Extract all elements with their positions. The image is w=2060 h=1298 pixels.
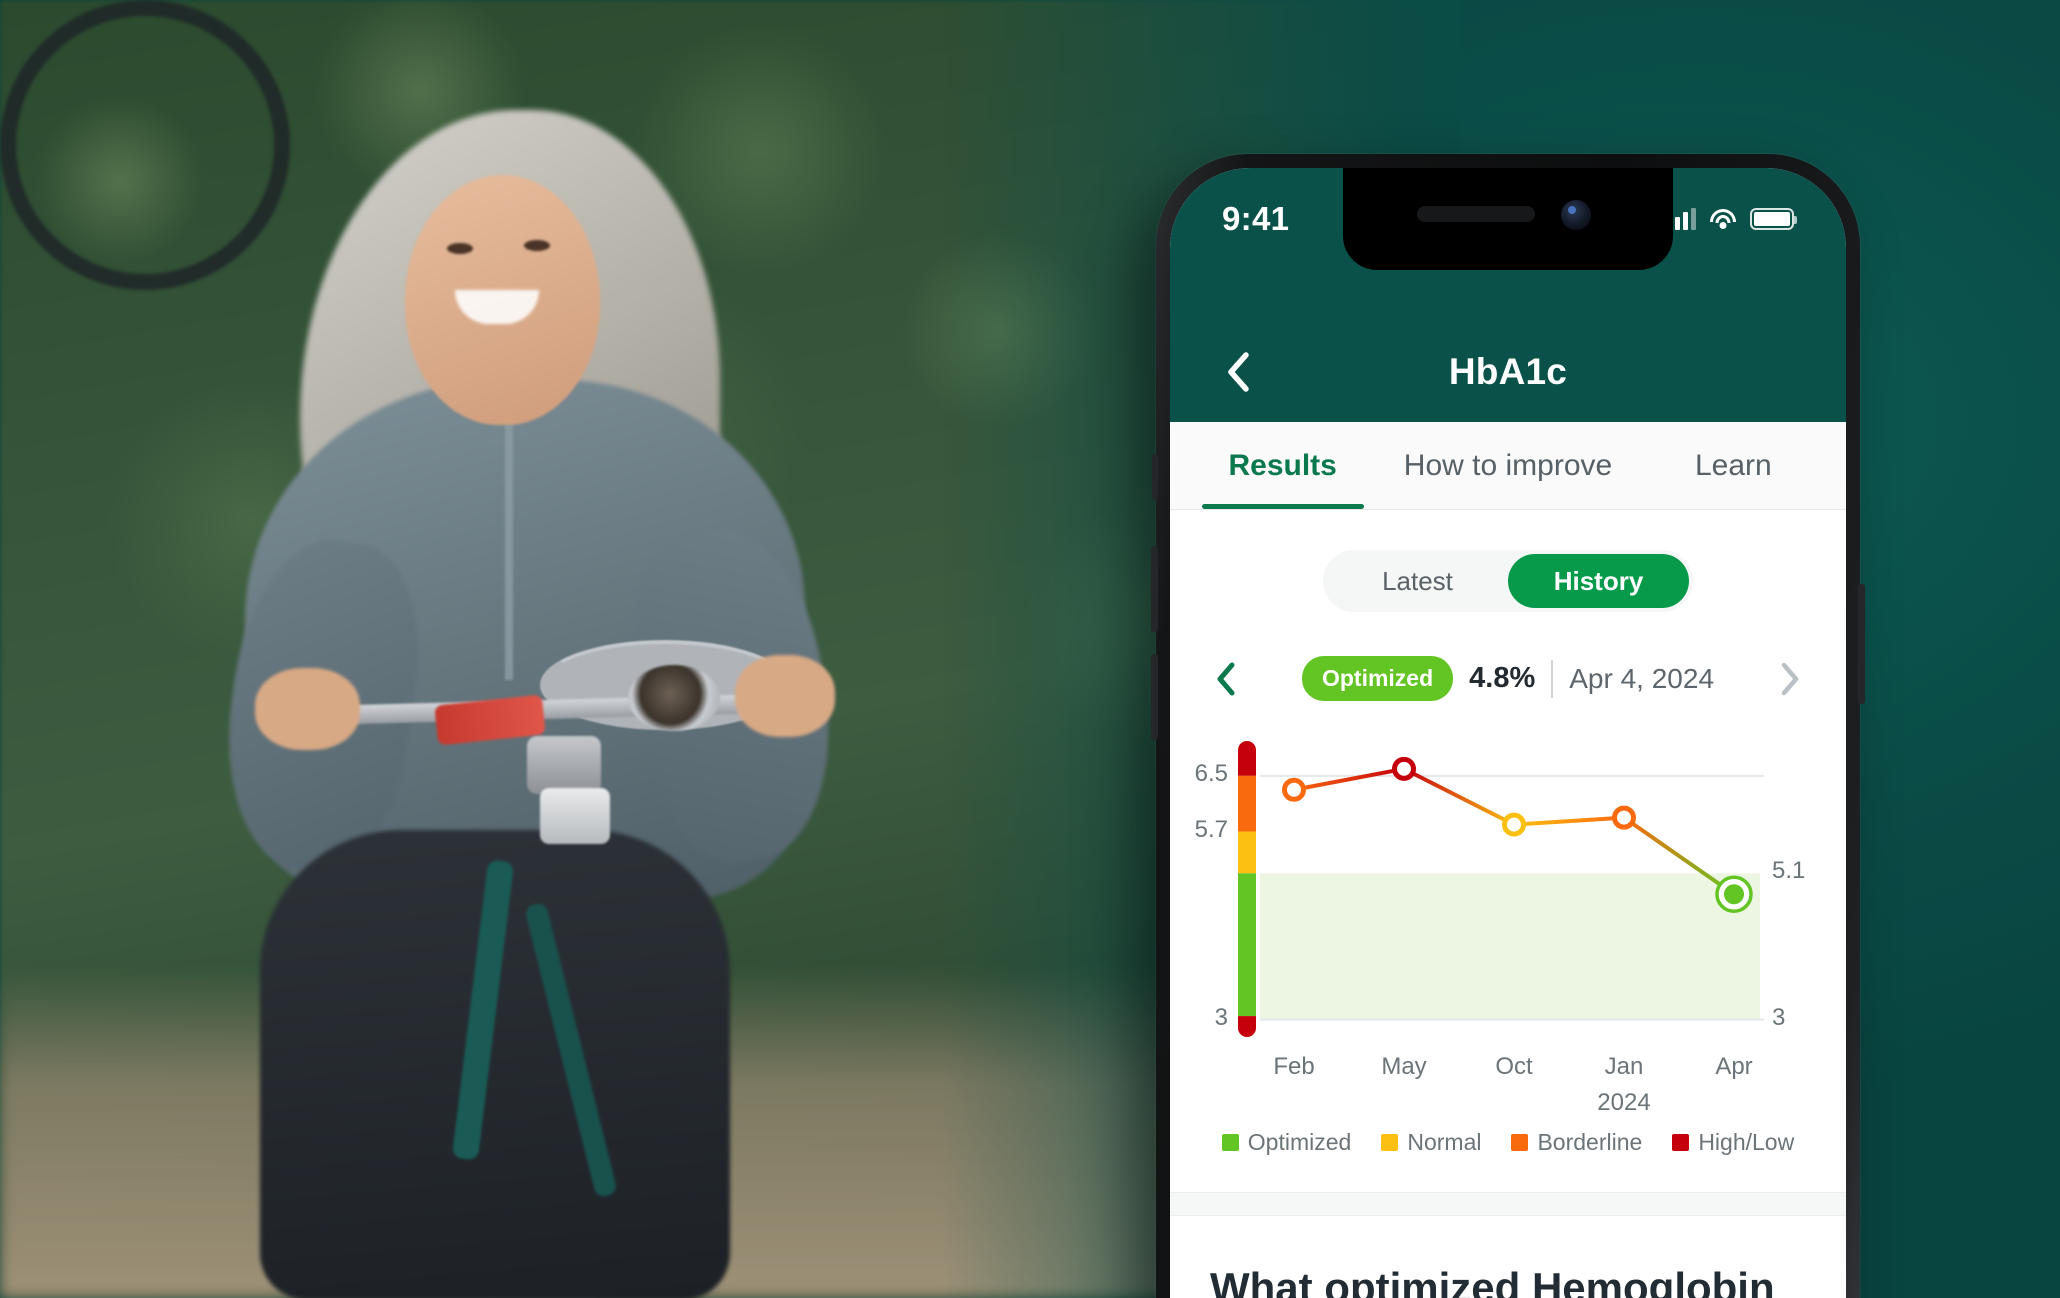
- chart-right-tick-3: 3: [1772, 1003, 1786, 1031]
- tab-results[interactable]: Results: [1170, 422, 1395, 509]
- chart-right-tick-5-1: 5.1: [1772, 857, 1806, 885]
- legend-item-normal: Normal: [1381, 1129, 1481, 1156]
- chart-x-year-label: 2024: [1597, 1089, 1651, 1116]
- legend-item-optimized: Optimized: [1221, 1129, 1351, 1156]
- photo-bicycle-bell: [628, 665, 720, 731]
- segment-history[interactable]: History: [1508, 554, 1689, 608]
- chevron-left-icon: [1217, 662, 1235, 695]
- phone-volume-down-button[interactable]: [1151, 654, 1158, 740]
- chart-legend: Optimized Normal Borderline High/Low: [1170, 1129, 1846, 1156]
- photo-person-eye-right: [524, 240, 550, 251]
- phone-volume-up-button[interactable]: [1151, 546, 1158, 632]
- photo-person-eye-left: [447, 243, 473, 254]
- phone-notch: [1343, 168, 1673, 270]
- earpiece-speaker-icon: [1417, 206, 1535, 222]
- wifi-icon: [1709, 208, 1737, 230]
- segment-latest[interactable]: Latest: [1327, 554, 1508, 608]
- photo-bicycle-stem: [527, 736, 601, 794]
- navigation-bar: HbA1c: [1170, 322, 1846, 422]
- photo-jacket-zipper: [505, 410, 513, 680]
- phone-mute-switch[interactable]: [1152, 454, 1158, 500]
- status-bar-clock: 9:41: [1222, 200, 1290, 237]
- latest-history-toggle[interactable]: Latest History: [1323, 550, 1693, 612]
- results-panel: Latest History Optimized 4.8% Apr 4, 202…: [1170, 550, 1846, 1298]
- legend-swatch-borderline: [1511, 1134, 1529, 1151]
- reference-range-bar: [1238, 741, 1256, 1037]
- status-bar-indicators: [1667, 208, 1797, 230]
- result-date: Apr 4, 2024: [1569, 662, 1715, 694]
- chart-x-tick-may: May: [1381, 1053, 1427, 1080]
- legend-item-high-low: High/Low: [1672, 1129, 1794, 1156]
- legend-swatch-high-low: [1672, 1134, 1690, 1151]
- article-title: What optimized Hemoglobin A1c means for …: [1210, 1264, 1775, 1298]
- photo-person-hand-right: [735, 655, 835, 737]
- chart-canvas: [1238, 741, 1764, 1037]
- front-camera-icon: [1561, 200, 1591, 230]
- photo-bicycle-front-wheel: [0, 0, 290, 290]
- result-selector-row: Optimized 4.8% Apr 4, 2024: [1170, 656, 1846, 701]
- chart-y-tick-6-5: 6.5: [1194, 759, 1228, 787]
- chart-x-tick-apr: Apr: [1715, 1053, 1753, 1080]
- legend-swatch-optimized: [1221, 1134, 1239, 1151]
- chevron-left-icon: [1228, 352, 1249, 392]
- battery-icon: [1750, 208, 1797, 230]
- hba1c-history-chart: 6.5 5.7 3 5.1 3 Feb May Oct Jan 2024 Apr: [1170, 727, 1846, 1116]
- previous-result-button[interactable]: [1204, 657, 1248, 701]
- phone-power-button[interactable]: [1858, 584, 1865, 704]
- result-summary: Optimized 4.8% Apr 4, 2024: [1248, 656, 1768, 701]
- photo-person-hand-left: [255, 668, 360, 750]
- chart-optimal-band: [1260, 873, 1760, 1020]
- photo-bicycle-computer: [540, 788, 610, 844]
- phone-screen: 9:41 HbA1c Results How to improve Learn …: [1170, 168, 1846, 1298]
- chart-x-tick-jan: Jan 2024: [1574, 1053, 1674, 1117]
- page-title: HbA1c: [1448, 351, 1568, 392]
- back-button[interactable]: [1216, 350, 1260, 394]
- phone-mockup: 9:41 HbA1c Results How to improve Learn …: [1151, 154, 1865, 1298]
- tab-bar: Results How to improve Learn: [1170, 422, 1846, 510]
- chevron-right-icon: [1781, 662, 1799, 695]
- chart-x-tick-feb: Feb: [1273, 1053, 1315, 1080]
- legend-item-borderline: Borderline: [1511, 1129, 1642, 1156]
- status-badge: Optimized: [1301, 656, 1454, 701]
- next-result-button[interactable]: [1768, 657, 1812, 701]
- tab-how-to-improve[interactable]: How to improve: [1395, 422, 1620, 509]
- tab-learn[interactable]: Learn: [1621, 422, 1846, 509]
- result-value: 4.8%: [1469, 662, 1536, 694]
- section-divider: [1170, 1192, 1846, 1216]
- chart-y-tick-3: 3: [1214, 1003, 1228, 1031]
- chart-y-tick-5-7: 5.7: [1194, 815, 1228, 843]
- legend-swatch-normal: [1381, 1134, 1399, 1151]
- chart-x-tick-oct: Oct: [1495, 1053, 1533, 1080]
- result-divider: [1551, 659, 1554, 698]
